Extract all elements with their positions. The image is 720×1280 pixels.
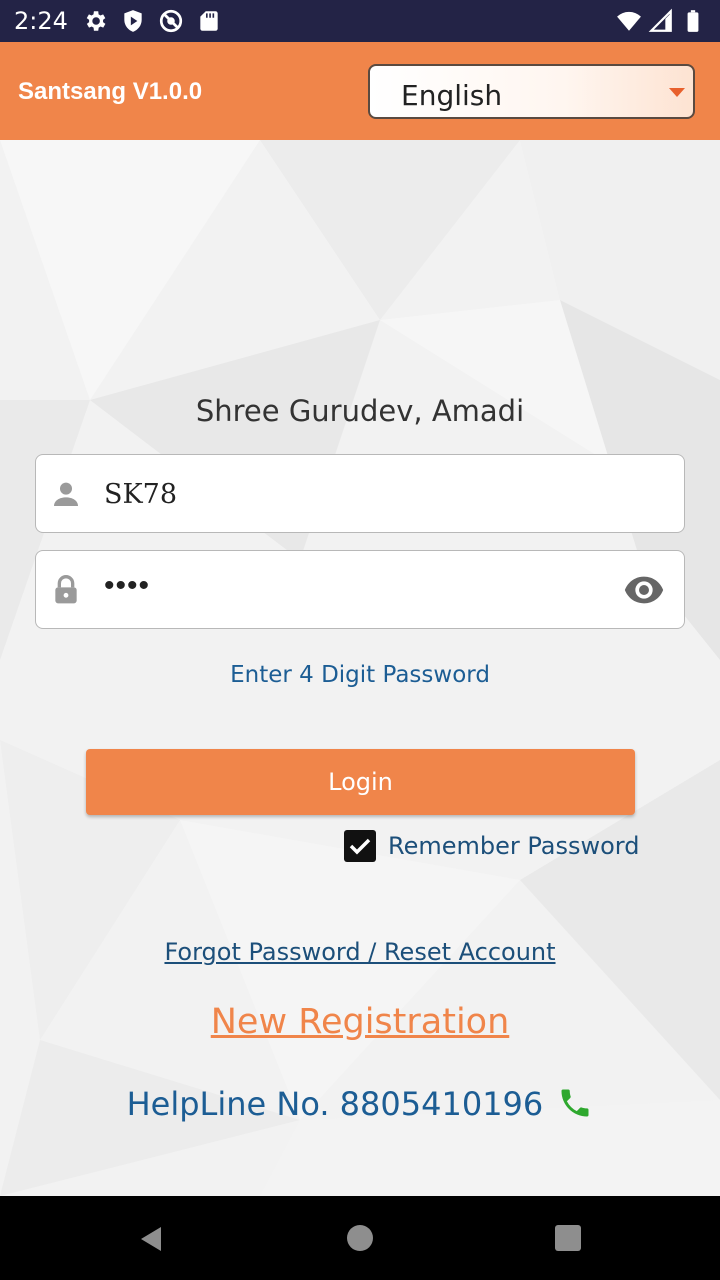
- phone-icon[interactable]: [557, 1085, 593, 1121]
- login-button-label: Login: [328, 768, 393, 796]
- status-icons-right: [616, 8, 706, 34]
- password-field[interactable]: ••••: [35, 550, 685, 629]
- language-dropdown[interactable]: English: [368, 64, 695, 119]
- recents-icon[interactable]: [555, 1225, 581, 1251]
- language-selected-label: English: [401, 79, 503, 112]
- chevron-down-icon: [669, 88, 685, 97]
- app-title: Santsang V1.0.0: [18, 78, 203, 105]
- no-disturb-icon: [159, 9, 183, 33]
- sd-card-icon: [200, 11, 218, 31]
- helpline-row[interactable]: HelpLine No. 8805410196: [0, 1085, 720, 1123]
- system-nav-bar: [0, 1196, 720, 1280]
- back-icon[interactable]: [137, 1224, 167, 1254]
- signal-icon: [648, 8, 672, 32]
- shield-icon: [124, 10, 142, 32]
- helpline-label: HelpLine No. 8805410196: [126, 1085, 544, 1123]
- settings-icon: [86, 11, 106, 31]
- remember-password-checkbox[interactable]: [344, 830, 376, 862]
- home-icon[interactable]: [347, 1225, 373, 1251]
- login-screen: Shree Gurudev, Amadi SK78 •••• Enter 4 D…: [0, 140, 720, 1196]
- wifi-icon: [617, 11, 641, 31]
- status-time: 2:24: [14, 7, 68, 35]
- password-value: ••••: [104, 569, 151, 602]
- person-icon: [54, 482, 78, 506]
- login-button[interactable]: Login: [86, 749, 635, 815]
- username-field[interactable]: SK78: [35, 454, 685, 533]
- username-value: SK78: [104, 479, 178, 510]
- app-bar: Santsang V1.0.0 English: [0, 42, 720, 140]
- status-icons-left: [82, 8, 222, 34]
- remember-password-row[interactable]: Remember Password: [344, 829, 639, 863]
- organization-name: Shree Gurudev, Amadi: [195, 394, 525, 428]
- status-bar: 2:24: [0, 0, 720, 42]
- remember-password-label: Remember Password: [388, 832, 640, 860]
- forgot-password-link[interactable]: Forgot Password / Reset Account: [0, 938, 720, 966]
- eye-icon[interactable]: [624, 575, 664, 605]
- battery-icon: [687, 10, 699, 32]
- new-registration-link[interactable]: New Registration: [0, 1002, 720, 1042]
- lock-icon: [55, 575, 77, 604]
- checkmark-icon: [349, 838, 371, 855]
- password-hint: Enter 4 Digit Password: [230, 662, 490, 688]
